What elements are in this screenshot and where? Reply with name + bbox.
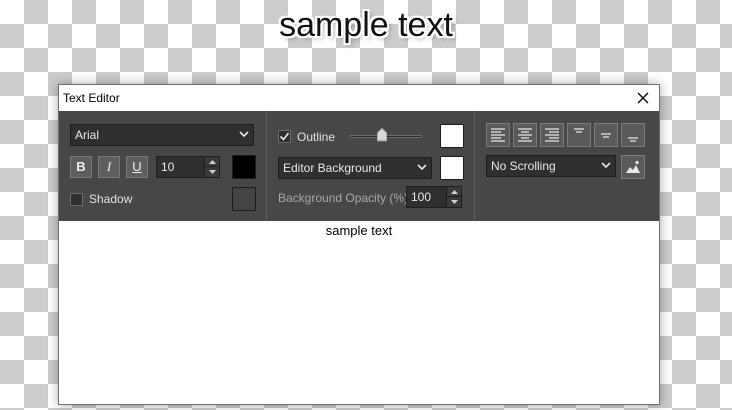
align-middle-icon — [601, 133, 611, 138]
align-bottom-button[interactable] — [621, 123, 645, 147]
outline-label: Outline — [297, 130, 336, 144]
background-opacity-stepper[interactable]: 100 — [406, 186, 462, 208]
shadow-label: Shadow — [89, 192, 133, 206]
chevron-down-icon — [601, 162, 611, 169]
font-size-up-button[interactable] — [205, 157, 219, 167]
caret-up-icon — [208, 159, 216, 164]
bold-button[interactable]: B — [70, 156, 92, 178]
font-family-value: Arial — [75, 128, 100, 142]
font-size-stepper[interactable]: 10 — [156, 156, 220, 178]
divider — [474, 111, 475, 221]
close-icon — [637, 92, 649, 104]
align-left-icon — [491, 128, 505, 142]
underline-button[interactable]: U — [126, 156, 148, 178]
align-middle-button[interactable] — [594, 123, 618, 147]
slider-thumb-icon[interactable] — [377, 128, 387, 142]
background-image-button[interactable] — [621, 155, 645, 179]
align-top-icon — [574, 128, 584, 133]
shadow-checkbox[interactable] — [70, 193, 83, 206]
align-left-button[interactable] — [486, 123, 510, 147]
align-top-button[interactable] — [567, 123, 591, 147]
scrolling-value: No Scrolling — [491, 159, 556, 173]
caret-up-icon — [450, 189, 458, 194]
scrolling-dropdown[interactable]: No Scrolling — [486, 155, 616, 177]
align-right-icon — [545, 128, 559, 142]
opacity-down-button[interactable] — [447, 197, 461, 207]
checkmark-icon — [279, 132, 290, 141]
text-editor-window: Text Editor Arial B I U 10 Shadow Outlin… — [58, 84, 660, 405]
outline-color-swatch[interactable] — [440, 124, 464, 148]
italic-button[interactable]: I — [98, 156, 120, 178]
caret-down-icon — [208, 170, 216, 174]
background-mode-dropdown[interactable]: Editor Background — [278, 157, 432, 179]
background-mode-value: Editor Background — [283, 161, 382, 175]
editor-content[interactable]: sample text — [59, 223, 659, 238]
background-opacity-label: Background Opacity (%): — [278, 191, 412, 205]
overlay-sample-text: sample text — [279, 6, 453, 44]
font-color-swatch[interactable] — [232, 155, 256, 179]
chevron-down-icon — [417, 164, 427, 171]
background-color-swatch[interactable] — [440, 156, 464, 180]
background-opacity-value: 100 — [411, 190, 432, 204]
title-bar: Text Editor — [59, 85, 659, 111]
divider — [266, 111, 267, 221]
align-center-icon — [518, 128, 532, 142]
chevron-down-icon — [239, 131, 249, 138]
opacity-up-button[interactable] — [447, 187, 461, 197]
font-size-down-button[interactable] — [205, 167, 219, 177]
image-icon — [626, 160, 640, 173]
shadow-color-swatch[interactable] — [232, 187, 256, 211]
outline-checkbox[interactable] — [278, 130, 291, 143]
window-title: Text Editor — [63, 91, 120, 105]
caret-down-icon — [450, 200, 458, 204]
toolbar: Arial B I U 10 Shadow Outline Editor Bac… — [59, 111, 659, 221]
align-bottom-icon — [628, 137, 638, 142]
align-right-button[interactable] — [540, 123, 564, 147]
close-button[interactable] — [633, 88, 653, 108]
align-center-button[interactable] — [513, 123, 537, 147]
font-size-value: 10 — [161, 160, 175, 174]
font-family-dropdown[interactable]: Arial — [70, 124, 254, 146]
